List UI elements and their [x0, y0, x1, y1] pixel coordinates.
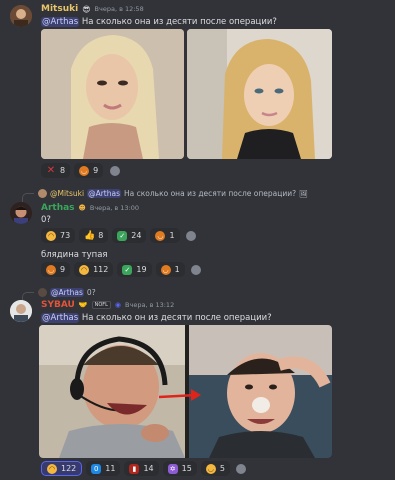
add-reaction-button[interactable]	[107, 163, 122, 178]
reaction-check[interactable]: ✓ 24	[112, 228, 147, 243]
message-arthas: @Mitsuki @Arthas На сколько она из десят…	[0, 185, 395, 280]
reaction-count: 1	[169, 231, 175, 240]
reaction-dizzy-face[interactable]: ◡ 5	[200, 461, 230, 476]
avatar-arthas[interactable]	[10, 202, 32, 224]
reaction-orange-face[interactable]: ◡ 9	[74, 163, 104, 178]
reaction-grin[interactable]: ◠ 73	[41, 228, 76, 243]
reactions-bar: ◠ 73 👍 8 ✓ 24 ◡ 1	[41, 228, 199, 243]
reaction-flag[interactable]: ▮ 14	[124, 461, 159, 476]
reaction-count: 14	[143, 464, 154, 473]
reply-preview[interactable]: @Arthas 0?	[38, 288, 96, 297]
add-reaction-button[interactable]	[189, 262, 204, 277]
add-reaction-icon	[236, 463, 247, 474]
flag-icon: ▮	[129, 463, 140, 474]
reaction-count: 9	[93, 166, 99, 175]
reaction-grin[interactable]: ◠ 122	[41, 461, 83, 476]
message-text-2: блядина тупая	[41, 250, 108, 260]
avatar-mitsuki[interactable]	[10, 5, 32, 27]
add-reaction-icon	[186, 230, 197, 241]
reaction-sparkle[interactable]: ✡ 15	[162, 461, 197, 476]
reply-avatar	[38, 189, 47, 198]
reaction-orange-face[interactable]: ◡ 1	[155, 262, 185, 277]
crown-icon: ☻	[78, 204, 86, 212]
attachment-image-1[interactable]	[41, 29, 184, 159]
reaction-count: 19	[136, 265, 147, 274]
check-mark-icon: ✓	[122, 264, 133, 275]
username[interactable]: Mitsuki	[41, 4, 78, 14]
reaction-count: 8	[98, 231, 104, 240]
orange-face-icon: ◡	[79, 165, 90, 176]
timestamp: Вчера, в 13:00	[89, 204, 140, 212]
reply-connector	[22, 193, 34, 202]
reaction-count: 5	[219, 464, 225, 473]
message-text: @Arthas На сколько она из десяти после о…	[41, 17, 277, 27]
message-mitsuki: Mitsuki 😎 Вчера, в 12:58 @Arthas На скол…	[0, 0, 395, 185]
reply-preview[interactable]: @Mitsuki @Arthas На сколько она из десят…	[38, 189, 308, 198]
grin-face-icon: ◠	[79, 264, 90, 275]
reply-author: @Mitsuki	[50, 189, 85, 198]
reaction-count: 24	[131, 231, 142, 240]
wave-icon: 🤝	[78, 301, 88, 309]
reply-mention: @Arthas	[87, 189, 122, 198]
reaction-red-x[interactable]: ✕ 8	[41, 163, 71, 178]
username[interactable]: SYBAU	[41, 300, 75, 310]
reply-text: 0?	[86, 288, 96, 297]
username[interactable]: Arthas	[41, 203, 75, 213]
timestamp: Вчера, в 13:12	[125, 301, 175, 309]
reaction-thumbs-up[interactable]: 👍 8	[79, 228, 109, 243]
add-reaction-icon	[109, 165, 120, 176]
message-sybau: @Arthas 0? SYBAU 🤝 NOFL ◉ Вчера, в 13:12…	[0, 285, 395, 480]
red-x-icon: ✕	[46, 164, 56, 176]
reaction-count: 15	[181, 464, 192, 473]
message-text: @Arthas На сколько он из десяти после оп…	[41, 313, 272, 323]
check-mark-icon: ✓	[117, 230, 128, 241]
reaction-orange-face[interactable]: ◡ 1	[150, 228, 180, 243]
image-attachment-icon: 🖼	[299, 189, 308, 198]
reaction-count: 73	[60, 231, 71, 240]
reply-text: На сколько она из десяти после операции?	[124, 189, 297, 198]
reactions-bar: ◠ 122 0 11 ▮ 14 ✡ 15 ◡ 5	[41, 461, 249, 476]
reply-avatar	[38, 288, 47, 297]
timestamp: Вчера, в 12:58	[94, 5, 144, 13]
reaction-count: 8	[60, 166, 66, 175]
reaction-count: 11	[105, 464, 116, 473]
reactions-bar: ✕ 8 ◡ 9	[41, 163, 122, 178]
message-text: 0?	[41, 215, 51, 225]
reaction-check[interactable]: ✓ 19	[117, 262, 152, 277]
sunglasses-icon: 😎	[82, 4, 91, 14]
grin-face-icon: ◠	[47, 463, 57, 474]
reaction-count: 9	[60, 265, 66, 274]
reactions-bar-2: ◡ 9 ◠ 112 ✓ 19 ◡ 1	[41, 262, 204, 277]
reaction-count: 112	[93, 265, 109, 274]
grin-face-icon: ◠	[46, 230, 56, 241]
reaction-horns-face[interactable]: ◡ 9	[41, 262, 71, 277]
orange-face-icon: ◡	[160, 264, 171, 275]
reaction-count: 122	[61, 464, 77, 473]
sparkle-icon: ✡	[167, 463, 178, 474]
server-tag-badge[interactable]: NOFL	[91, 301, 111, 309]
reply-connector	[22, 292, 34, 300]
zero-icon: 0	[91, 463, 102, 474]
reaction-grin[interactable]: ◠ 112	[74, 262, 114, 277]
dizzy-face-icon: ◡	[205, 463, 216, 474]
tag-icon: ◉	[114, 301, 122, 309]
orange-face-icon: ◡	[155, 230, 166, 241]
attachment-image[interactable]	[39, 325, 332, 458]
add-reaction-button[interactable]	[184, 228, 199, 243]
avatar-sybau[interactable]	[10, 300, 32, 322]
mention[interactable]: @Arthas	[41, 313, 80, 323]
reply-mention: @Arthas	[50, 288, 84, 297]
add-reaction-button[interactable]	[234, 461, 249, 476]
thumbs-up-icon: 👍	[84, 230, 96, 241]
reaction-count: 1	[174, 265, 180, 274]
attachment-image-2[interactable]	[187, 29, 332, 159]
reaction-zero[interactable]: 0 11	[86, 461, 121, 476]
mention[interactable]: @Arthas	[41, 17, 80, 27]
add-reaction-icon	[191, 264, 202, 275]
horns-face-icon: ◡	[46, 264, 56, 275]
